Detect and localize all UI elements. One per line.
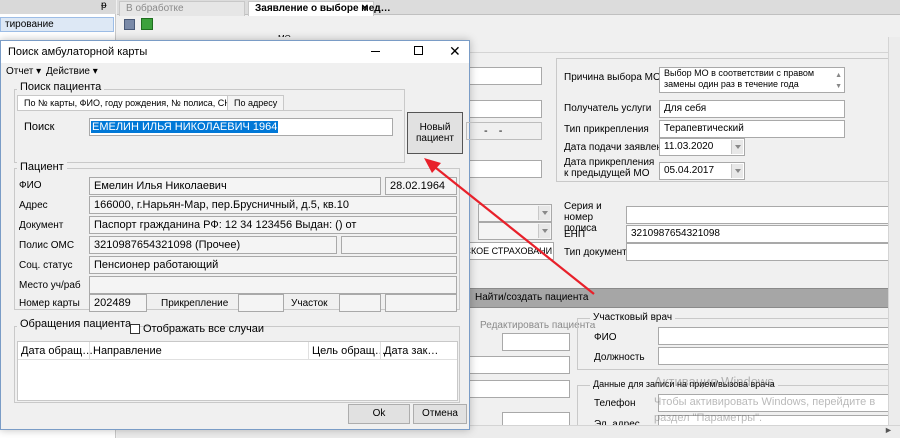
arrow-line xyxy=(435,167,595,295)
annotation-arrow xyxy=(424,158,595,295)
